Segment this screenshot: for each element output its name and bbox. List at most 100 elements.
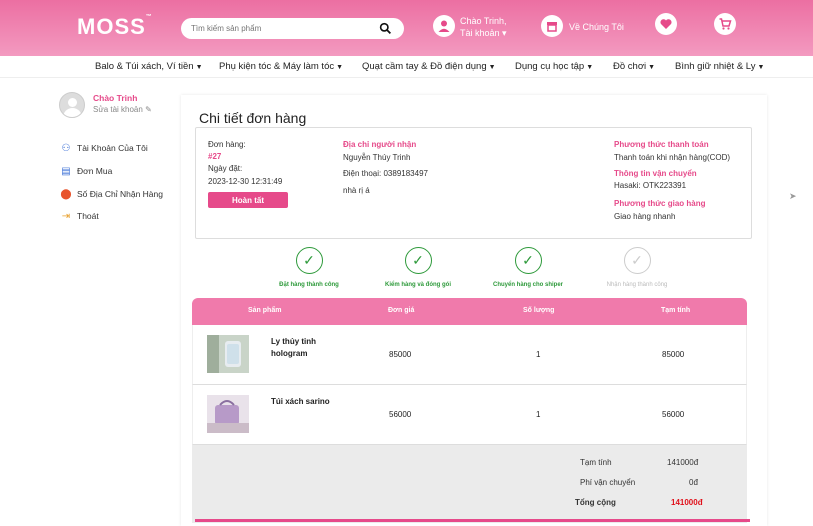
chevron-down-icon: ▼ (586, 64, 594, 71)
line-subtotal: 85000 (662, 350, 685, 359)
order-items-table: Sản phẩm Đơn giá Số lượng Tạm tính Ly th… (192, 298, 747, 523)
edit-account-link[interactable]: Sửa tài khoản ✎ (93, 105, 152, 114)
cart-icon[interactable] (714, 13, 736, 35)
heart-icon[interactable] (655, 13, 677, 35)
nav-item-hair[interactable]: Phụ kiện tóc & Máy làm tóc ▼ (219, 61, 343, 72)
table-row: Túi xách sarino 56000 1 56000 (192, 385, 747, 445)
column-header-price: Đơn giá (388, 307, 415, 314)
store-icon[interactable] (541, 15, 563, 37)
step-label: Chuyển hàng cho shiper (492, 282, 563, 288)
recipient-phone: Điện thoại: 0389183497 (343, 169, 428, 178)
subtotal-label: Tạm tính (580, 458, 612, 467)
sidebar-greeting: Chào Trinh (93, 93, 138, 103)
total-label: Tổng cộng (575, 498, 616, 507)
user-settings-icon: ⚇ (61, 143, 71, 154)
sidebar-item-orders[interactable]: ▤ Đơn Mua (60, 166, 112, 177)
account-link[interactable]: Tài khoản ▾ (460, 27, 507, 39)
total-value: 141000đ (671, 498, 703, 507)
edit-account-label: Sửa tài khoản (93, 105, 143, 114)
nav-item-bags[interactable]: Balo & Túi xách, Ví tiền ▼ (95, 61, 203, 72)
logo-text: MOSS (77, 14, 146, 39)
delivery-heading: Phương thức giao hàng (614, 199, 706, 208)
column-header-subtotal: Tạm tính (661, 307, 691, 314)
order-detail-panel: Chi tiết đơn hàng Đơn hàng: #27 Ngày đặt… (181, 95, 767, 526)
category-nav: Balo & Túi xách, Ví tiền ▼ Phụ kiện tóc &… (0, 56, 813, 78)
site-header: MOSS™ Chào Trinh, Tài khoản ▾ Về Chúng T… (0, 0, 813, 56)
step-label: Nhận hàng thành công (606, 282, 668, 288)
sidebar-item-account[interactable]: ⚇ Tài Khoản Của Tôi (60, 143, 148, 154)
shipping-info-heading: Thông tin vận chuyển (614, 169, 697, 178)
step-label: Kiểm hàng và đóng gói (384, 282, 451, 288)
location-icon: ⬤ (60, 189, 72, 200)
shipping-fee-label: Phí vận chuyển (580, 478, 636, 487)
sidebar-item-address[interactable]: ⬤ Số Địa Chỉ Nhận Hàng (60, 189, 163, 200)
search-icon[interactable] (379, 22, 392, 35)
date-label: Ngày đặt: (208, 164, 243, 173)
account-menu[interactable]: Chào Trinh, Tài khoản ▾ (460, 15, 507, 39)
table-header: Sản phẩm Đơn giá Số lượng Tạm tính (192, 298, 747, 325)
logo[interactable]: MOSS™ (77, 14, 153, 40)
nav-item-stationery[interactable]: Dụng cụ học tập ▼ (515, 61, 593, 72)
payment-heading: Phương thức thanh toán (614, 140, 709, 149)
nav-item-label: Quạt cầm tay & Đồ điện dụng (362, 61, 487, 72)
delivery-method: Giao hàng nhanh (614, 212, 676, 221)
nav-item-label: Đồ chơi (613, 61, 647, 72)
chevron-down-icon: ▼ (336, 64, 344, 71)
subtotal-value: 141000đ (667, 458, 699, 467)
line-subtotal: 56000 (662, 410, 685, 419)
payment-method: Thanh toán khi nhận hàng(COD) (614, 153, 731, 162)
status-button[interactable]: Hoàn tất (208, 192, 288, 208)
unit-price: 56000 (389, 410, 412, 419)
chevron-down-icon: ▼ (757, 64, 765, 71)
order-summary: Tạm tính 141000đ Phí vận chuyển 0đ Tổng … (192, 445, 747, 523)
product-image[interactable] (207, 335, 249, 373)
sidebar-item-label: Thoát (77, 211, 99, 221)
check-icon: ✓ (514, 247, 542, 274)
sidebar-item-label: Đơn Mua (77, 166, 113, 176)
nav-item-label: Phụ kiện tóc & Máy làm tóc (219, 61, 335, 72)
chevron-down-icon: ▼ (488, 64, 496, 71)
order-id: #27 (208, 152, 222, 161)
page-title: Chi tiết đơn hàng (199, 110, 307, 126)
sidebar-item-label: Tài Khoản Của Tôi (77, 143, 148, 153)
unit-price: 85000 (389, 350, 412, 359)
send-icon[interactable]: ➤ (789, 191, 797, 202)
nav-item-label: Dụng cụ học tập (515, 61, 585, 72)
logout-icon: ⇥ (61, 211, 71, 222)
step-shipped: ✓ Chuyển hàng cho shiper (468, 247, 588, 288)
order-info-box: Đơn hàng: #27 Ngày đặt: 2023-12-30 12:31… (195, 127, 752, 239)
address-heading: Địa chỉ người nhận (343, 140, 417, 149)
greeting-text: Chào Trinh, (460, 16, 507, 26)
order-date: 2023-12-30 12:31:49 (208, 177, 283, 186)
check-icon: ✓ (623, 247, 651, 274)
column-header-product: Sản phẩm (248, 307, 282, 314)
sidebar-item-logout[interactable]: ⇥ Thoát (60, 211, 99, 222)
nav-item-label: Bình giữ nhiệt & Ly (675, 61, 756, 72)
nav-item-fans[interactable]: Quạt cầm tay & Đồ điện dụng ▼ (362, 61, 496, 72)
shipping-fee-value: 0đ (689, 478, 698, 487)
search-box (181, 18, 404, 39)
shipping-info: Hasaki: OTK223391 (614, 181, 687, 190)
user-icon[interactable] (433, 15, 455, 37)
product-name[interactable]: Ly thủy tinh hologram (271, 336, 341, 360)
recipient-name: Nguyễn Thúy Trinh (343, 153, 411, 162)
about-link[interactable]: Về Chúng Tôi (569, 21, 624, 33)
nav-item-bottles[interactable]: Bình giữ nhiệt & Ly ▼ (675, 61, 764, 72)
nav-item-toys[interactable]: Đồ chơi ▼ (613, 61, 655, 72)
step-ordered: ✓ Đặt hàng thành công (249, 247, 369, 288)
list-icon: ▤ (61, 166, 71, 177)
search-input[interactable] (191, 21, 371, 36)
sidebar-item-label: Số Địa Chỉ Nhận Hàng (77, 189, 163, 199)
avatar (59, 92, 85, 118)
product-image[interactable] (207, 395, 249, 433)
step-received: ✓ Nhận hàng thành công (577, 247, 697, 288)
pencil-icon: ✎ (145, 105, 152, 114)
column-header-quantity: Số lượng (523, 307, 555, 314)
bottom-divider (195, 519, 750, 522)
product-name[interactable]: Túi xách sarino (271, 396, 341, 408)
logo-trademark: ™ (145, 14, 153, 20)
quantity: 1 (536, 410, 541, 419)
order-label: Đơn hàng: (208, 140, 246, 149)
step-label: Đặt hàng thành công (279, 282, 339, 288)
check-icon: ✓ (295, 247, 323, 274)
